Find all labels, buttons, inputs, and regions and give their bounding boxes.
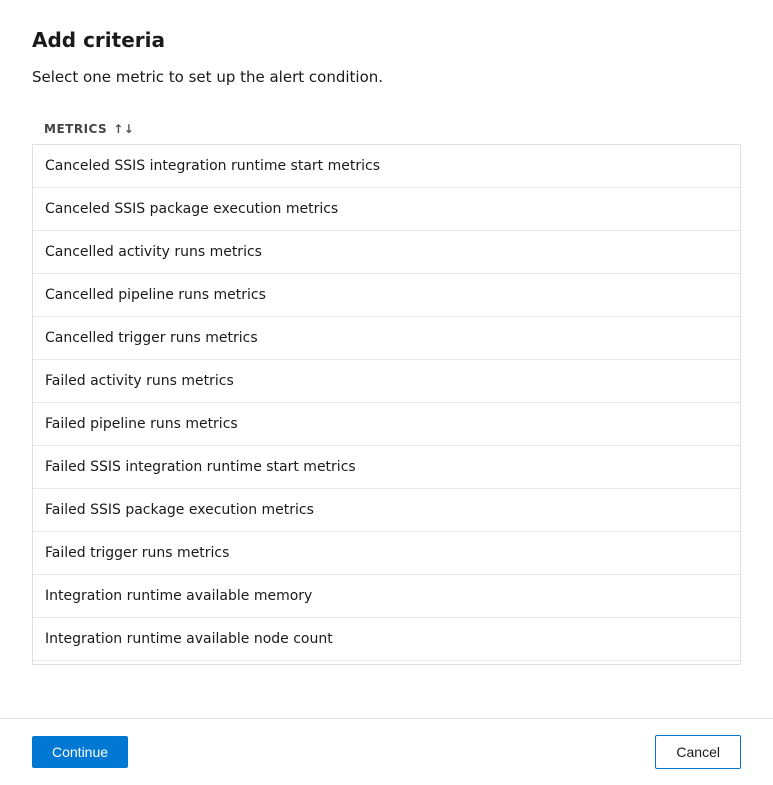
dialog-title: Add criteria — [32, 28, 741, 52]
metrics-list[interactable]: Canceled SSIS integration runtime start … — [32, 145, 741, 665]
dialog-subtitle: Select one metric to set up the alert co… — [32, 68, 741, 86]
cancel-button[interactable]: Cancel — [655, 735, 741, 769]
metric-item[interactable]: Failed trigger runs metrics — [33, 532, 740, 575]
metrics-header: METRICS — [32, 114, 741, 145]
metric-item[interactable]: Failed SSIS integration runtime start me… — [33, 446, 740, 489]
metric-item[interactable]: Cancelled activity runs metrics — [33, 231, 740, 274]
metric-item[interactable]: Failed pipeline runs metrics — [33, 403, 740, 446]
add-criteria-dialog: Add criteria Select one metric to set up… — [0, 0, 773, 785]
metric-item[interactable]: Canceled SSIS integration runtime start … — [33, 145, 740, 188]
metric-item[interactable]: Failed activity runs metrics — [33, 360, 740, 403]
metric-item[interactable]: Integration runtime available memory — [33, 575, 740, 618]
metrics-header-label: METRICS — [44, 122, 107, 136]
metric-item[interactable]: Failed SSIS package execution metrics — [33, 489, 740, 532]
metric-item[interactable]: Cancelled pipeline runs metrics — [33, 274, 740, 317]
continue-button[interactable]: Continue — [32, 736, 128, 768]
metric-item[interactable]: Integration runtime CPU utilization — [33, 661, 740, 665]
sort-icon[interactable] — [113, 122, 134, 136]
metric-item[interactable]: Integration runtime available node count — [33, 618, 740, 661]
dialog-body: Add criteria Select one metric to set up… — [0, 0, 773, 718]
metric-item[interactable]: Cancelled trigger runs metrics — [33, 317, 740, 360]
metrics-section: METRICS Canceled SSIS integration runtim… — [32, 114, 741, 702]
metric-item[interactable]: Canceled SSIS package execution metrics — [33, 188, 740, 231]
dialog-footer: Continue Cancel — [0, 718, 773, 785]
